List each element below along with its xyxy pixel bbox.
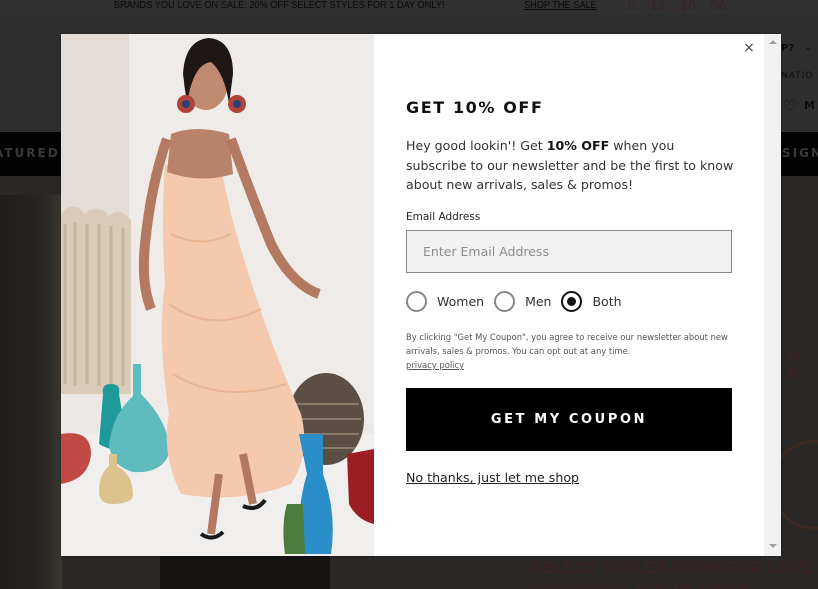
- radio-both[interactable]: Both: [561, 291, 622, 312]
- modal-form-panel: × GET 10% OFF Hey good lookin'! Get 10% …: [374, 34, 764, 556]
- nav-item-featured[interactable]: ATURED: [0, 146, 60, 160]
- radio-button-men[interactable]: [494, 291, 516, 312]
- radio-label-men: Men: [525, 294, 552, 309]
- email-label: Email Address: [406, 211, 481, 223]
- legal-text: By clicking "Get My Coupon", you agree t…: [406, 332, 728, 356]
- chevron-down-icon: ⌄: [804, 42, 813, 53]
- hero-subline: FREE PEOPLE, AGOLDE + MORE: [528, 581, 752, 589]
- scroll-down-arrow-icon[interactable]: [769, 544, 777, 548]
- shop-the-sale-link[interactable]: SHOP THE SALE: [524, 0, 597, 11]
- hero-headline: SELECT STYLES FROM FOR LOVE: [530, 558, 815, 577]
- intro-text: Hey good lookin'! Get: [406, 138, 547, 153]
- modal-photo: [61, 34, 374, 556]
- my-account-link[interactable]: M: [804, 99, 815, 112]
- help-menu[interactable]: P?: [781, 43, 794, 54]
- promo-text: BRANDS YOU LOVE ON SALE: 20% OFF SELECT …: [114, 0, 445, 11]
- modal-intro: Hey good lookin'! Get 10% OFF when you s…: [406, 136, 736, 195]
- promo-bar: BRANDS YOU LOVE ON SALE: 20% OFF SELECT …: [0, 0, 818, 14]
- modal-scrollbar[interactable]: [764, 34, 781, 556]
- email-input[interactable]: [406, 230, 732, 273]
- radio-men[interactable]: Men: [494, 291, 551, 312]
- radio-button-both[interactable]: [561, 291, 583, 312]
- privacy-policy-link[interactable]: privacy policy: [406, 360, 464, 370]
- get-coupon-button[interactable]: GET MY COUPON: [406, 388, 732, 451]
- dismiss-link[interactable]: No thanks, just let me shop: [406, 470, 579, 485]
- legal-disclaimer: By clicking "Get My Coupon", you agree t…: [406, 330, 736, 372]
- hero-side-text: O N: [788, 350, 802, 382]
- intro-discount: 10% OFF: [546, 138, 610, 153]
- radio-women[interactable]: Women: [406, 291, 484, 312]
- radio-button-women[interactable]: [406, 291, 427, 312]
- hero-image: [0, 195, 62, 589]
- radio-label-women: Women: [437, 294, 485, 309]
- close-icon[interactable]: ×: [742, 41, 756, 55]
- newsletter-modal: × GET 10% OFF Hey good lookin'! Get 10% …: [61, 34, 781, 556]
- header-nation-link[interactable]: NATIO: [781, 71, 813, 81]
- countdown-timer: 0 : 12 : 10 : 06: [628, 0, 728, 13]
- nav-item-designers[interactable]: SIGN: [782, 146, 818, 160]
- radio-label-both: Both: [592, 294, 622, 309]
- model-photo-illustration: [61, 34, 374, 556]
- gender-radio-group: Women Men Both: [406, 291, 632, 312]
- heart-icon[interactable]: ♡: [783, 97, 796, 115]
- scroll-up-arrow-icon[interactable]: [769, 40, 777, 44]
- modal-title: GET 10% OFF: [406, 98, 544, 117]
- hero-image-detail: [160, 556, 330, 589]
